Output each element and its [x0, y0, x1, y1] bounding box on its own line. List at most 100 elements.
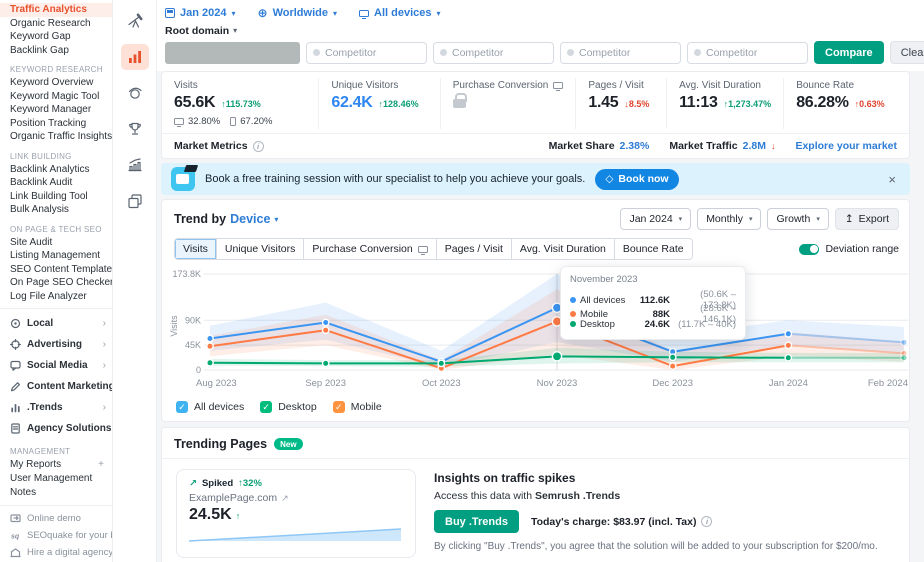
sidebar-group--trends[interactable]: .Trends ›: [0, 397, 112, 418]
chevron-down-icon: ▾: [274, 214, 279, 224]
competitor-field[interactable]: [579, 46, 674, 59]
icon-rail: [113, 0, 157, 562]
sidebar-item-link-building-tool[interactable]: Link Building Tool: [0, 190, 112, 204]
close-icon[interactable]: ×: [884, 172, 900, 187]
root-domain-input[interactable]: [165, 41, 300, 64]
svg-text:Aug 2023: Aug 2023: [196, 378, 237, 389]
sidebar-footer-sq[interactable]: sqSEOquake for your browser: [0, 527, 112, 544]
insights-heading: Insights on traffic spikes: [434, 471, 576, 485]
sidebar-item-log-file-analyzer[interactable]: Log File Analyzer: [0, 290, 112, 304]
filter-worldwide[interactable]: ⊕ Worldwide ▾: [258, 7, 338, 19]
sidebar-item-seo-content-template[interactable]: SEO Content Template: [0, 263, 112, 277]
trend-dimension-selector[interactable]: Device: [230, 212, 270, 226]
sidebar-item-on-page-seo-checker[interactable]: On Page SEO Checker: [0, 276, 112, 290]
sidebar-item-keyword-overview[interactable]: Keyword Overview: [0, 76, 112, 90]
sidebar-item-organic-research[interactable]: Organic Research: [0, 17, 112, 31]
chevron-down-icon: ▾: [233, 26, 238, 35]
tab-avg-visit-duration[interactable]: Avg. Visit Duration: [511, 239, 615, 259]
sidebar-item-backlink-audit[interactable]: Backlink Audit: [0, 176, 112, 190]
sidebar-item-backlink-gap[interactable]: Backlink Gap: [0, 44, 112, 58]
sidebar-item-listing-management[interactable]: Listing Management: [0, 249, 112, 263]
sidebar-item-my-reports[interactable]: My Reports +: [0, 458, 112, 472]
tooltip-row: Desktop 24.6K (11.7K – 40K): [570, 317, 736, 331]
training-icon: [171, 167, 195, 191]
market-share-value[interactable]: 2.38%: [620, 140, 650, 152]
sidebar-group-agency-solutions[interactable]: Agency Solutions›: [0, 418, 112, 439]
sidebar-item-traffic-analytics[interactable]: Traffic Analytics: [0, 3, 112, 17]
export-button[interactable]: ↥ Export: [834, 208, 899, 230]
legend-mobile[interactable]: ✓ Mobile: [332, 401, 382, 413]
explore-market-link[interactable]: Explore your market: [795, 140, 897, 152]
book-now-button[interactable]: ◇ Book now: [595, 168, 679, 190]
market-traffic-value[interactable]: 2.8M: [743, 140, 766, 152]
sidebar-item-backlink-analytics[interactable]: Backlink Analytics: [0, 163, 112, 177]
chevron-down-icon: ▾: [436, 8, 441, 18]
checkbox-checked-icon[interactable]: ✓: [332, 401, 345, 413]
competitor-input[interactable]: [433, 41, 554, 64]
sidebar-item-keyword-magic-tool[interactable]: Keyword Magic Tool: [0, 90, 112, 104]
external-link-icon[interactable]: ↗: [281, 493, 289, 504]
seo-toolkit-icon[interactable]: [121, 8, 149, 34]
trend-header: Trend by Device ▾ Jan 2024 ▾ Monthly ▾ Growt…: [162, 200, 909, 236]
select-jan-2024[interactable]: Jan 2024 ▾: [620, 208, 692, 230]
sidebar-item-site-audit[interactable]: Site Audit: [0, 236, 112, 250]
group-label: Agency Solutions: [27, 423, 112, 434]
info-icon[interactable]: i: [252, 140, 264, 152]
market-explorer-icon[interactable]: [121, 152, 149, 178]
compare-button[interactable]: Compare: [814, 41, 884, 64]
buy-trends-button[interactable]: Buy .Trends: [434, 510, 519, 533]
sidebar-item-notes[interactable]: Notes: [0, 486, 112, 500]
plus-icon[interactable]: +: [98, 458, 104, 472]
sidebar-item-user-management[interactable]: User Management: [0, 472, 112, 486]
competitor-input[interactable]: [560, 41, 681, 64]
traffic-analytics-icon[interactable]: [120, 44, 149, 70]
sidebar-item-keyword-manager[interactable]: Keyword Manager: [0, 103, 112, 117]
cap-icon: ◇: [605, 173, 614, 185]
trend-chart[interactable]: 0 45K 90K 173.8K Visits Aug 2023 Sep 2023 Oct 2…: [162, 264, 909, 399]
competitor-field[interactable]: [452, 46, 547, 59]
scope-selector[interactable]: Root domain ▾: [165, 23, 910, 38]
sidebar-item-organic-traffic-insights[interactable]: Organic Traffic Insights: [0, 130, 112, 144]
social-tracker-icon[interactable]: [121, 80, 149, 106]
legend-all-devices[interactable]: ✓ All devices: [176, 401, 244, 413]
desktop-icon: [553, 82, 564, 91]
tab-purchase-conversion[interactable]: Purchase Conversion: [304, 239, 437, 259]
info-icon[interactable]: i: [701, 516, 713, 527]
filter-jan-2024[interactable]: Jan 2024 ▾: [165, 7, 236, 19]
rank-tracking-icon[interactable]: [121, 116, 149, 142]
sidebar-group-social-media[interactable]: Social Media ›: [0, 355, 112, 376]
checkbox-checked-icon[interactable]: ✓: [176, 401, 188, 413]
sidebar-item-keyword-gap[interactable]: Keyword Gap: [0, 30, 112, 44]
deviation-range-toggle[interactable]: Deviation range: [799, 243, 899, 255]
windows-overlap-icon[interactable]: [121, 188, 149, 214]
svg-text:Oct 2023: Oct 2023: [422, 378, 461, 389]
tab-unique-visitors[interactable]: Unique Visitors: [216, 239, 305, 259]
spiked-page-name[interactable]: ExamplePage.com: [189, 492, 277, 504]
competitor-input[interactable]: [687, 41, 808, 64]
tab-bounce-rate[interactable]: Bounce Rate: [614, 239, 692, 259]
competitor-field[interactable]: [325, 46, 420, 59]
sidebar-group-advertising[interactable]: Advertising ›: [0, 334, 112, 355]
checkbox-checked-icon[interactable]: ✓: [260, 401, 273, 413]
legend-desktop[interactable]: ✓ Desktop: [260, 401, 317, 413]
tab-pages-visit[interactable]: Pages / Visit: [436, 239, 512, 259]
series-dot-icon: [570, 311, 576, 317]
select-monthly[interactable]: Monthly ▾: [697, 208, 762, 230]
select-growth[interactable]: Growth ▾: [767, 208, 829, 230]
sidebar-item-position-tracking[interactable]: Position Tracking: [0, 117, 112, 131]
competitor-input[interactable]: [306, 41, 427, 64]
fine-print: By clicking "Buy .Trends", you agree tha…: [434, 541, 878, 552]
sidebar-item-bulk-analysis[interactable]: Bulk Analysis: [0, 203, 112, 217]
filter-all-devices[interactable]: All devices ▾: [359, 7, 441, 19]
chevron-right-icon: ›: [102, 339, 106, 350]
competitor-field[interactable]: [706, 46, 801, 59]
tab-visits[interactable]: Visits: [175, 239, 217, 259]
sidebar-footer-demo[interactable]: Online demo: [0, 510, 112, 527]
sidebar-group-content-marketing[interactable]: Content Marketing›: [0, 376, 112, 397]
clear-button[interactable]: Clear: [889, 41, 924, 64]
sidebar-footer-agency[interactable]: Hire a digital agency: [0, 544, 112, 561]
sidebar-group-local[interactable]: Local ›: [0, 313, 112, 334]
spiked-page-card[interactable]: ↗ Spiked ↑32% ExamplePage.com ↗ 24.5K ↑: [176, 469, 416, 558]
metrics-row: Visits 65.6K ↑115.73% 32.80% 67.20% Unique Vi…: [162, 72, 909, 133]
metric-value[interactable]: 62.4K: [331, 94, 373, 112]
